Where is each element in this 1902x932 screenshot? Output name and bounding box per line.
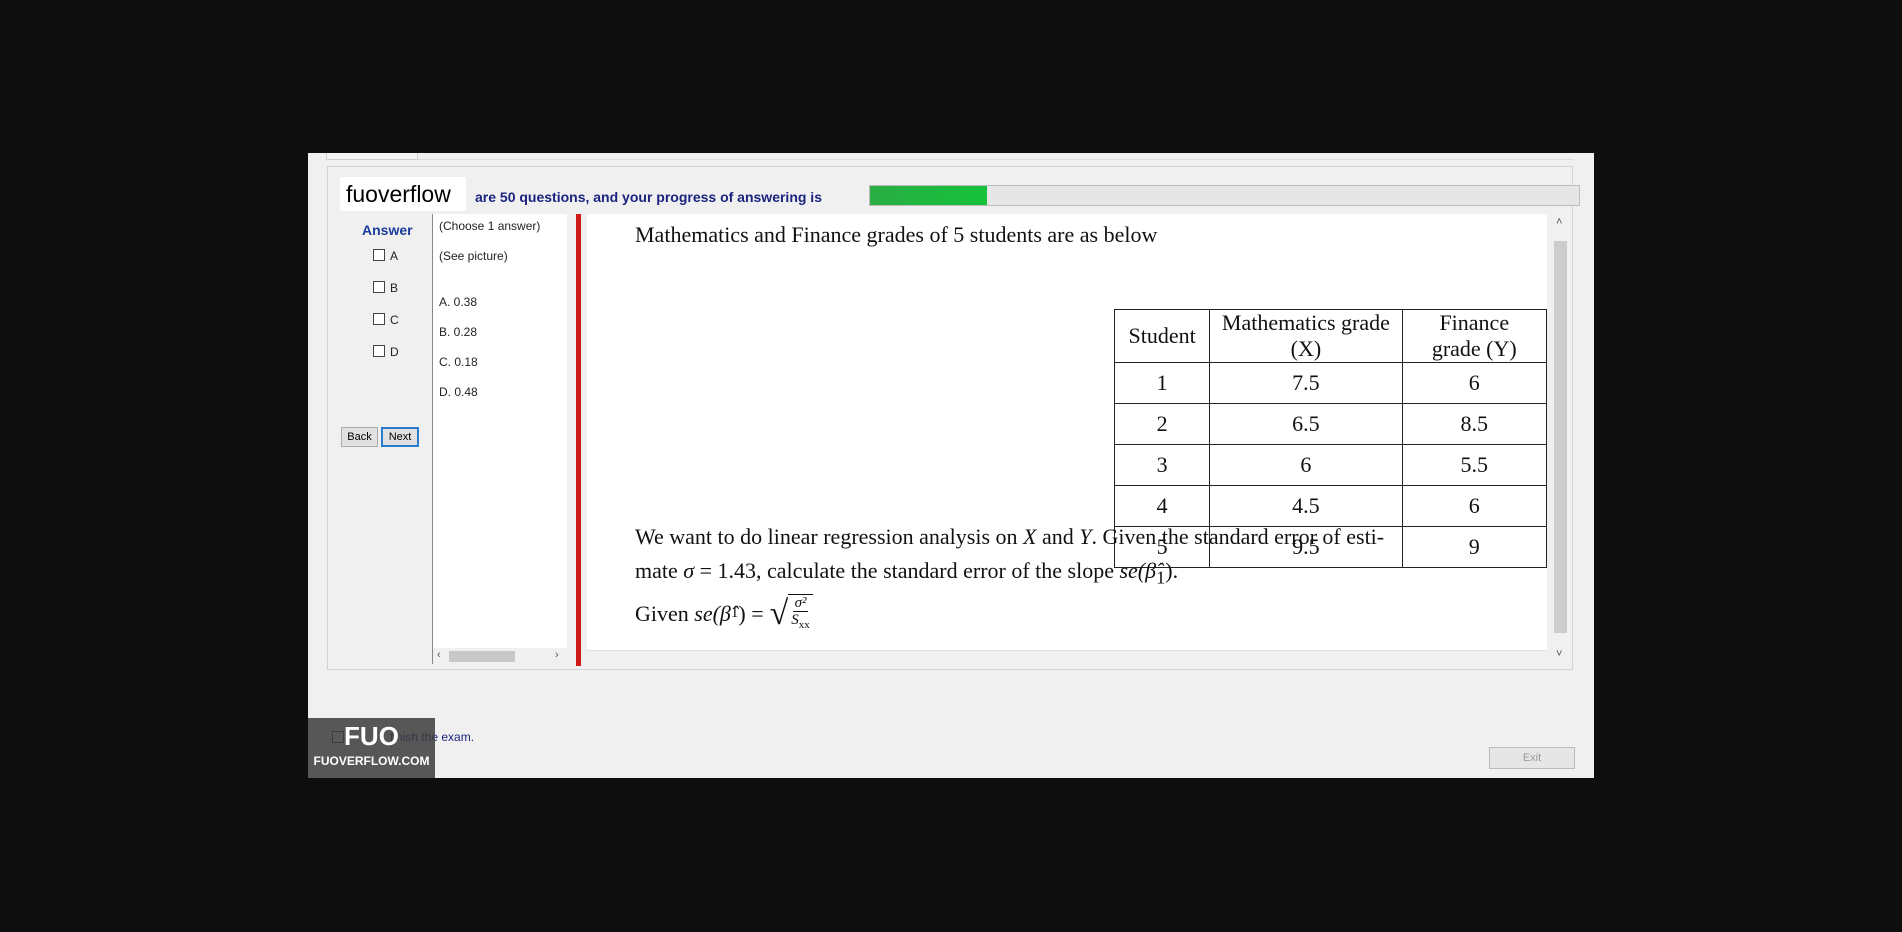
table-cell: 4.5: [1209, 485, 1403, 527]
formula-equals: ) =: [738, 600, 764, 626]
body-text: mate: [635, 558, 684, 583]
body-text: and: [1036, 524, 1080, 549]
given-label: Given: [635, 600, 689, 626]
checkbox-c[interactable]: [373, 313, 385, 325]
answer-option-c[interactable]: C: [373, 313, 399, 327]
choices-list: (Choose 1 answer) (See picture) A. 0.38 …: [432, 214, 567, 664]
logo-sub: FUOVERFLOW.COM: [313, 754, 430, 768]
table-cell: 6: [1401, 362, 1548, 404]
choice-d: D. 0.48: [439, 385, 478, 399]
denominator-s: S: [791, 612, 799, 628]
see-picture-note: (See picture): [439, 249, 508, 263]
answer-option-c-label: C: [390, 313, 399, 327]
var-y: Y: [1079, 524, 1092, 549]
body-text: We want to do linear regression analysis…: [635, 524, 1024, 549]
sigma-symbol: σ: [683, 558, 695, 583]
body-text: ).: [1165, 558, 1179, 583]
table-row: 2 6.5 8.5: [1113, 403, 1548, 445]
answer-option-b-label: B: [390, 281, 399, 295]
checkbox-d[interactable]: [373, 345, 385, 357]
question-body-line1: We want to do linear regression analysis…: [635, 524, 1384, 550]
formula-lhs: se(β̂: [694, 600, 731, 626]
table-row: 1 7.5 6: [1113, 362, 1548, 404]
denominator-sub: xx: [798, 619, 810, 631]
sqrt-icon: √: [769, 594, 789, 632]
answer-option-d[interactable]: D: [373, 345, 399, 359]
table-cell: 6.5: [1209, 403, 1403, 445]
scroll-right-icon[interactable]: ›: [555, 649, 559, 661]
question-body-line2: mate σ = 1.43, calculate the standard er…: [635, 558, 1178, 588]
checkbox-a[interactable]: [373, 249, 385, 261]
question-intro: Mathematics and Finance grades of 5 stud…: [635, 222, 1158, 247]
body-text: = 1.43, calculate the standard error of …: [694, 558, 1120, 583]
answer-title: Answer: [362, 222, 413, 238]
answer-option-d-label: D: [390, 345, 399, 359]
table-cell: 9: [1401, 526, 1548, 568]
table-cell: 7.5: [1209, 362, 1403, 404]
table-cell: 3: [1113, 444, 1211, 486]
table-row: 4 4.5 6: [1113, 485, 1548, 527]
table-header-math: Mathematics grade (X): [1209, 309, 1403, 363]
var-x: X: [1023, 524, 1037, 549]
vertical-scroll-thumb[interactable]: [1554, 241, 1567, 633]
subscript: 1: [1156, 567, 1166, 588]
formula-sub: 1: [730, 605, 739, 621]
body-text: . Given the standard error of esti-: [1091, 524, 1385, 549]
choose-instruction: (Choose 1 answer): [439, 219, 541, 233]
progress-bar: [869, 185, 1580, 206]
question-image: Mathematics and Finance grades of 5 stud…: [587, 214, 1548, 651]
table-header-student: Student: [1113, 309, 1211, 363]
choices-horizontal-scrollbar[interactable]: ‹ ›: [433, 648, 567, 664]
se-term: se(β̂: [1119, 558, 1157, 583]
scroll-left-icon[interactable]: ‹: [437, 649, 441, 661]
progress-fill: [870, 186, 987, 205]
table-cell: 2: [1113, 403, 1211, 445]
table-cell: 8.5: [1401, 403, 1548, 445]
next-button[interactable]: Next: [381, 427, 419, 447]
answer-option-b[interactable]: B: [373, 281, 398, 295]
horizontal-scroll-thumb[interactable]: [449, 651, 515, 662]
logo-main: FUO: [344, 721, 399, 751]
table-cell: 6: [1401, 485, 1548, 527]
choice-c: C. 0.18: [439, 355, 478, 369]
sqrt-fraction: σ² Sxx: [788, 594, 813, 633]
fraction-denominator: Sxx: [791, 612, 810, 633]
scroll-up-icon[interactable]: ˄: [1556, 216, 1562, 228]
answer-option-a[interactable]: A: [373, 249, 398, 263]
exit-button[interactable]: Exit: [1489, 747, 1575, 769]
table-cell: 6: [1209, 444, 1403, 486]
scroll-down-icon[interactable]: ˅: [1556, 648, 1562, 660]
fuoverflow-logo: FUO FUOVERFLOW.COM: [308, 718, 435, 778]
top-tab[interactable]: [326, 153, 418, 160]
table-cell: 4: [1113, 485, 1211, 527]
content-vertical-scrollbar[interactable]: ˄ ˅: [1552, 214, 1569, 664]
panel-divider: [576, 214, 581, 666]
table-cell: 1: [1113, 362, 1211, 404]
table-row: 3 6 5.5: [1113, 444, 1548, 486]
answer-option-a-label: A: [390, 249, 399, 263]
choice-a: A. 0.38: [439, 295, 478, 309]
fraction-numerator: σ²: [792, 595, 809, 612]
table-cell: 5.5: [1401, 444, 1548, 486]
exam-window: fuoverflow are 50 questions, and your pr…: [308, 153, 1594, 778]
brand-label: fuoverflow: [340, 177, 466, 211]
exam-panel: fuoverflow are 50 questions, and your pr…: [327, 166, 1580, 670]
given-formula: Given se(β̂ 1) = √ σ² Sxx: [635, 594, 813, 633]
checkbox-b[interactable]: [373, 281, 385, 293]
table-header-finance: Finance grade (Y): [1401, 309, 1548, 363]
choice-b: B. 0.28: [439, 325, 478, 339]
top-tab-strip: [328, 153, 1574, 160]
question-count-info: are 50 questions, and your progress of a…: [475, 189, 822, 205]
table-header-row: Student Mathematics grade (X) Finance gr…: [1113, 309, 1548, 363]
back-button[interactable]: Back: [341, 427, 378, 447]
